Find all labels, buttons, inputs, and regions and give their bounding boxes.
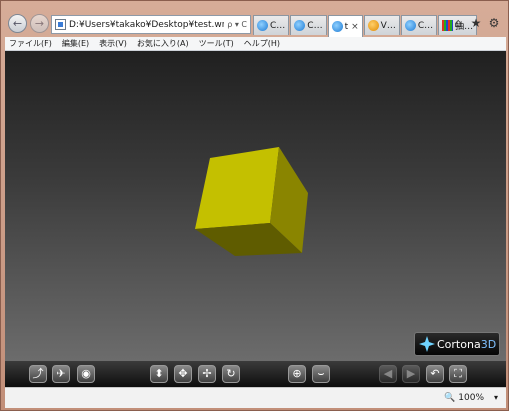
ie-icon <box>257 20 268 31</box>
tab-1[interactable]: C… <box>253 15 290 35</box>
prev-viewpoint-icon[interactable]: ◀ <box>379 365 397 383</box>
tab-strip: C… C… t × V… C… 抽… <box>253 15 478 37</box>
browser-window: ← → D:¥Users¥takako¥Desktop¥test.wrl ρ ▾… <box>0 0 509 411</box>
menu-edit[interactable]: 編集(E) <box>62 38 89 49</box>
home-icon[interactable]: ⌂ <box>452 16 464 30</box>
tab-label: V… <box>380 20 396 31</box>
ie-icon <box>404 20 416 31</box>
tab-label: C… <box>270 20 286 31</box>
address-bar[interactable]: D:¥Users¥takako¥Desktop¥test.wrl ρ ▾ C <box>51 15 251 34</box>
zoom-level: 100% <box>458 393 484 403</box>
tab-5[interactable]: C… <box>400 15 438 35</box>
ie-icon <box>294 20 306 31</box>
align-icon[interactable]: ⌣ <box>312 365 330 383</box>
close-icon[interactable]: × <box>351 22 359 32</box>
navigation-toolbar: ⤴ ✈ ◉ ⬍ ✥ ✢ ↻ ⊕ ⌣ ◀ ▶ ↶ ⛶ <box>5 361 506 387</box>
tab-4[interactable]: V… <box>363 15 400 35</box>
cortona-logo: Cortona 3D <box>414 332 500 356</box>
site-icon <box>367 20 379 31</box>
cortona-star-icon <box>419 336 435 352</box>
walk-icon[interactable]: ⤴ <box>29 365 47 383</box>
next-viewpoint-icon[interactable]: ▶ <box>402 365 420 383</box>
menu-help[interactable]: ヘルプ(H) <box>244 38 280 49</box>
fit-icon[interactable]: ⛶ <box>449 365 467 383</box>
address-text[interactable]: D:¥Users¥takako¥Desktop¥test.wrl <box>69 20 224 30</box>
tab-2[interactable]: C… <box>290 15 327 35</box>
magnifier-icon: 🔍 <box>444 393 456 403</box>
goto-icon[interactable]: ⊕ <box>288 365 306 383</box>
fly-icon[interactable]: ✈ <box>52 365 70 383</box>
browser-tools: ⌂ ★ ⚙ <box>452 16 500 30</box>
plan-icon[interactable]: ⬍ <box>150 365 168 383</box>
restore-icon[interactable]: ↶ <box>426 365 444 383</box>
navigation-bar: ← → D:¥Users¥takako¥Desktop¥test.wrl ρ ▾… <box>5 11 506 37</box>
page-icon <box>55 19 66 30</box>
cube-front-face <box>195 147 279 229</box>
zoom-control[interactable]: 🔍 100% <box>444 393 484 403</box>
tab-3-active[interactable]: t × <box>327 15 363 37</box>
study-eye-icon[interactable]: ◉ <box>77 365 95 383</box>
menu-bar: ファイル(F) 編集(E) 表示(V) お気に入り(A) ツール(T) ヘルプ(… <box>5 37 506 51</box>
menu-view[interactable]: 表示(V) <box>99 38 127 49</box>
gear-icon[interactable]: ⚙ <box>488 16 500 30</box>
pan-icon[interactable]: ✥ <box>174 365 192 383</box>
tab-label: t <box>344 21 349 32</box>
chevron-down-icon[interactable]: ▾ <box>494 393 498 402</box>
vrml-viewport[interactable]: Cortona 3D <box>5 51 506 361</box>
turn-icon[interactable]: ✢ <box>198 365 216 383</box>
brand-3d-text: 3D <box>480 337 497 351</box>
ie-icon <box>331 21 343 32</box>
back-arrow-icon[interactable]: ← <box>8 14 27 33</box>
favorites-icon[interactable]: ★ <box>470 16 482 30</box>
cube-3d-model[interactable] <box>5 51 506 361</box>
status-bar: 🔍 100% ▾ <box>5 387 506 408</box>
brand-text: Cortona <box>437 337 481 351</box>
tab-label: C… <box>417 20 434 31</box>
tab-label: C… <box>307 20 323 31</box>
menu-file[interactable]: ファイル(F) <box>9 38 52 49</box>
address-tools[interactable]: ρ ▾ C <box>224 20 250 29</box>
menu-tools[interactable]: ツール(T) <box>199 38 234 49</box>
roll-icon[interactable]: ↻ <box>222 365 240 383</box>
menu-favorites[interactable]: お気に入り(A) <box>137 38 189 49</box>
forward-arrow-icon[interactable]: → <box>30 14 49 33</box>
